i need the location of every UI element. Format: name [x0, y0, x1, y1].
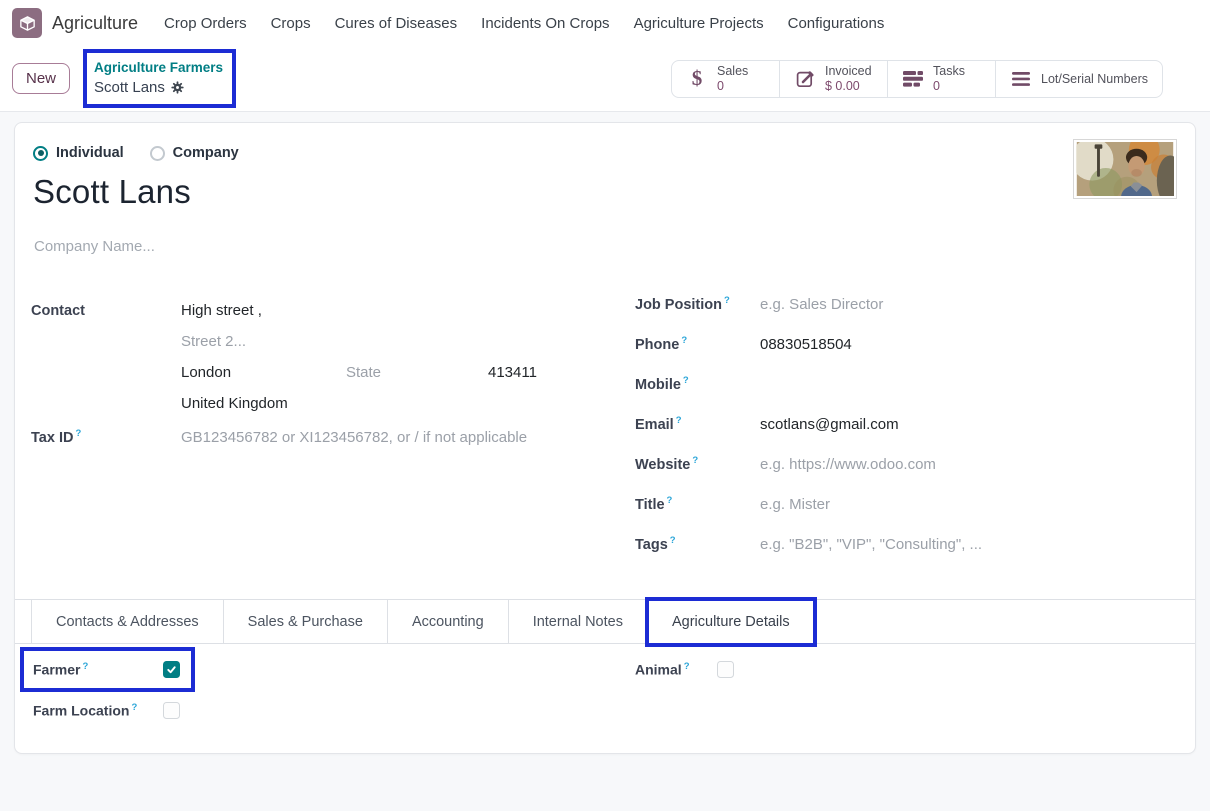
agriculture-details-pane: Farmer? Farm Location? Animal? [31, 644, 1179, 743]
website-label: Website? [635, 455, 760, 473]
main-menu: Crop Orders Crops Cures of Diseases Inci… [152, 9, 896, 38]
animal-label: Animal? [635, 661, 717, 678]
radio-unselected-icon [150, 146, 165, 161]
farmer-row: Farmer? [33, 661, 183, 678]
tasks-stat-label: Tasks [933, 64, 965, 78]
tax-id-label: Tax ID? [31, 428, 181, 446]
farmer-label: Farmer? [33, 661, 163, 678]
menu-item-cures-of-diseases[interactable]: Cures of Diseases [323, 9, 470, 38]
menu-item-incidents-on-crops[interactable]: Incidents On Crops [469, 9, 621, 38]
tags-label: Tags? [635, 535, 760, 553]
help-question-icon: ? [684, 661, 690, 672]
menu-item-crops[interactable]: Crops [259, 9, 323, 38]
lot-serial-numbers-label: Lot/Serial Numbers [1041, 72, 1148, 86]
email-label: Email? [635, 415, 760, 433]
help-question-icon: ? [681, 335, 687, 346]
tags-field[interactable]: e.g. "B2B", "VIP", "Consulting", ... [760, 536, 982, 553]
title-label: Title? [635, 495, 760, 513]
tab-contacts-addresses[interactable]: Contacts & Addresses [31, 600, 224, 643]
animal-checkbox[interactable] [717, 661, 734, 678]
company-type-selector: Individual Company [33, 145, 1179, 161]
help-question-icon: ? [75, 428, 81, 439]
mobile-label: Mobile? [635, 375, 760, 393]
menu-item-crop-orders[interactable]: Crop Orders [152, 9, 259, 38]
invoiced-stat-label: Invoiced [825, 64, 872, 78]
notebook-tabs: Contacts & Addresses Sales & Purchase Ac… [15, 599, 1195, 644]
street2-field[interactable]: Street 2... [181, 326, 537, 357]
sales-stat-label: Sales [717, 64, 748, 78]
lot-serial-numbers-button[interactable]: Lot/Serial Numbers [996, 61, 1162, 97]
help-question-icon: ? [670, 535, 676, 546]
tasks-stat-value: 0 [933, 79, 965, 93]
menu-item-configurations[interactable]: Configurations [776, 9, 897, 38]
tab-agriculture-details[interactable]: Agriculture Details [648, 600, 815, 643]
title-field[interactable]: e.g. Mister [760, 496, 830, 513]
website-field[interactable]: e.g. https://www.odoo.com [760, 456, 936, 473]
new-button[interactable]: New [12, 63, 70, 94]
breadcrumb-parent-link[interactable]: Agriculture Farmers [94, 59, 223, 77]
country-field[interactable]: United Kingdom [181, 388, 537, 419]
farm-location-label: Farm Location? [33, 702, 163, 719]
settings-gear-icon[interactable] [171, 81, 184, 94]
individual-radio-label: Individual [56, 145, 124, 161]
help-question-icon: ? [667, 495, 673, 506]
app-name[interactable]: Agriculture [52, 13, 138, 34]
help-question-icon: ? [692, 455, 698, 466]
address-column: Contact High street , Street 2... London… [31, 295, 603, 575]
help-question-icon: ? [683, 375, 689, 386]
menu-item-agriculture-projects[interactable]: Agriculture Projects [622, 9, 776, 38]
contact-name-field[interactable]: Scott Lans [33, 173, 1179, 211]
tax-id-field[interactable]: GB123456782 or XI123456782, or / if not … [181, 429, 527, 446]
help-question-icon: ? [676, 415, 682, 426]
job-position-label: Job Position? [635, 295, 760, 313]
invoiced-stat-button[interactable]: Invoiced $ 0.00 [780, 61, 888, 97]
sales-stat-button[interactable]: $ Sales 0 [672, 61, 780, 97]
tasks-stat-button[interactable]: Tasks 0 [888, 61, 996, 97]
phone-field[interactable]: 08830518504 [760, 336, 852, 353]
contact-form-card: Individual Company Scott Lans Company Na… [14, 122, 1196, 754]
breadcrumb: Agriculture Farmers Scott Lans [90, 58, 227, 99]
street-field[interactable]: High street , [181, 295, 537, 326]
zip-field[interactable]: 413411 [488, 357, 537, 388]
help-question-icon: ? [131, 702, 137, 713]
company-radio[interactable]: Company [150, 145, 239, 161]
company-name-field[interactable]: Company Name... [34, 238, 1179, 255]
invoiced-stat-value: $ 0.00 [825, 79, 872, 93]
farm-location-row: Farm Location? [33, 702, 183, 719]
tab-accounting[interactable]: Accounting [388, 600, 509, 643]
farm-location-checkbox[interactable] [163, 702, 180, 719]
help-question-icon: ? [724, 295, 730, 306]
help-question-icon: ? [82, 661, 88, 672]
animal-row: Animal? [635, 661, 785, 678]
email-field[interactable]: scotlans@gmail.com [760, 416, 899, 433]
control-bar: New Agriculture Farmers Scott Lans [0, 46, 1210, 112]
invoice-edit-icon [794, 69, 816, 89]
top-nav-bar: Agriculture Crop Orders Crops Cures of D… [0, 0, 1210, 46]
tab-sales-purchase[interactable]: Sales & Purchase [224, 600, 388, 643]
individual-radio[interactable]: Individual [33, 145, 124, 161]
breadcrumb-current: Scott Lans [94, 77, 165, 98]
contact-label: Contact [31, 303, 181, 319]
job-position-field[interactable]: e.g. Sales Director [760, 296, 883, 313]
tab-internal-notes[interactable]: Internal Notes [509, 600, 648, 643]
company-radio-label: Company [173, 145, 239, 161]
tasks-icon [902, 71, 924, 87]
phone-label: Phone? [635, 335, 760, 353]
farmer-checkbox[interactable] [163, 661, 180, 678]
contact-photo[interactable] [1073, 139, 1177, 199]
state-field[interactable]: State [346, 357, 488, 388]
check-icon [166, 664, 177, 675]
cube-icon [18, 14, 37, 33]
agriculture-app-icon[interactable] [12, 8, 42, 38]
radio-selected-icon [33, 146, 48, 161]
city-field[interactable]: London [181, 357, 346, 388]
stat-button-group: $ Sales 0 Invoiced $ 0.00 [671, 60, 1163, 98]
dollar-icon: $ [686, 68, 708, 89]
sales-stat-value: 0 [717, 79, 748, 93]
details-column: Job Position? e.g. Sales Director Phone?… [603, 295, 1179, 575]
list-lines-icon [1010, 72, 1032, 86]
